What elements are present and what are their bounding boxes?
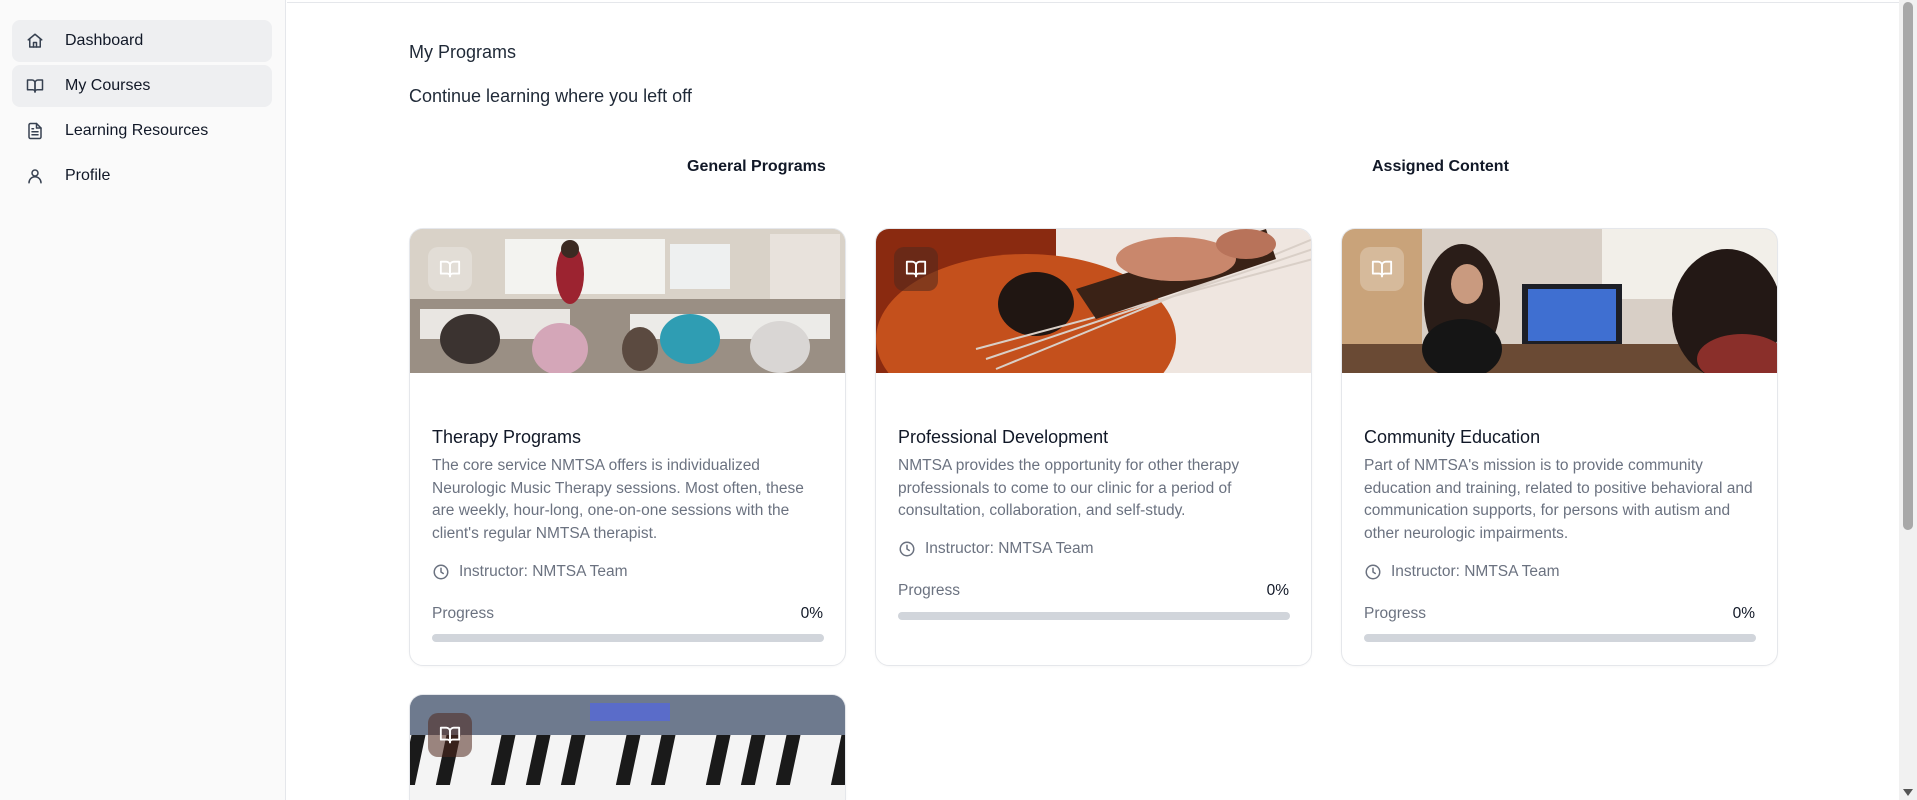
progress-value: 0% <box>1732 605 1755 622</box>
course-image-guitar <box>876 229 1311 373</box>
instructor-label: Instructor: NMTSA Team <box>925 540 1094 557</box>
course-image-computer <box>1342 229 1777 373</box>
home-icon <box>25 31 45 51</box>
clock-icon <box>899 541 915 557</box>
sidebar-item-label: Dashboard <box>65 32 144 49</box>
progress-label: Progress <box>898 582 961 599</box>
vertical-scrollbar[interactable] <box>1899 0 1917 800</box>
course-instructor: Instructor: NMTSA Team <box>432 563 628 581</box>
scrollbar-thumb[interactable] <box>1903 2 1913 530</box>
book-badge <box>428 247 472 291</box>
main-content: My Programs Continue learning where you … <box>287 0 1899 800</box>
course-image-keyboard <box>410 695 845 800</box>
tab-assigned-content[interactable]: Assigned Content <box>1372 158 1509 176</box>
instructor-label: Instructor: NMTSA Team <box>1391 563 1560 580</box>
course-title: Therapy Programs <box>432 427 582 447</box>
course-title: Community Education <box>1364 427 1541 447</box>
course-instructor: Instructor: NMTSA Team <box>898 540 1094 558</box>
course-card-piano[interactable] <box>409 694 846 800</box>
progress-label: Progress <box>432 605 495 622</box>
course-instructor: Instructor: NMTSA Team <box>1364 563 1560 581</box>
course-card-community-education[interactable]: Community Education Part of NMTSA's miss… <box>1341 228 1778 666</box>
sidebar: Dashboard My Courses Learning Resources … <box>0 0 286 800</box>
sidebar-item-profile[interactable]: Profile <box>12 155 272 197</box>
scroll-down-arrow-icon[interactable] <box>1903 789 1913 796</box>
sidebar-item-label: Learning Resources <box>65 122 209 139</box>
clock-icon <box>433 564 449 580</box>
progress-bar <box>898 612 1290 620</box>
progress-value: 0% <box>800 605 823 622</box>
book-badge <box>428 713 472 757</box>
course-card-therapy-programs[interactable]: Therapy Programs The core service NMTSA … <box>409 228 846 666</box>
instructor-label: Instructor: NMTSA Team <box>459 563 628 580</box>
progress-bar <box>1364 634 1756 642</box>
progress-bar <box>432 634 824 642</box>
book-open-icon <box>439 726 461 744</box>
sidebar-nav: Dashboard My Courses Learning Resources … <box>12 20 272 200</box>
book-badge <box>1360 247 1404 291</box>
book-badge <box>894 247 938 291</box>
page-title: My Programs <box>409 42 517 62</box>
top-divider <box>287 2 1899 3</box>
sidebar-item-my-courses[interactable]: My Courses <box>12 65 272 107</box>
clock-icon <box>1365 564 1381 580</box>
course-card-professional-development[interactable]: Professional Development NMTSA provides … <box>875 228 1312 666</box>
course-description: Part of NMTSA's mission is to provide co… <box>1364 457 1753 542</box>
progress-label: Progress <box>1364 605 1427 622</box>
user-icon <box>25 166 45 186</box>
sidebar-item-learning-resources[interactable]: Learning Resources <box>12 110 272 152</box>
course-description: NMTSA provides the opportunity for other… <box>898 457 1240 519</box>
sidebar-item-dashboard[interactable]: Dashboard <box>12 20 272 62</box>
course-image-classroom <box>410 229 845 373</box>
sidebar-item-label: My Courses <box>65 77 151 94</box>
page-subtitle: Continue learning where you left off <box>409 86 692 106</box>
book-open-icon <box>905 260 927 278</box>
book-open-icon <box>439 260 461 278</box>
sidebar-item-label: Profile <box>65 167 111 184</box>
file-text-icon <box>25 121 45 141</box>
book-open-icon <box>25 76 45 96</box>
course-title: Professional Development <box>898 427 1109 447</box>
progress-value: 0% <box>1266 582 1289 599</box>
tab-general-programs[interactable]: General Programs <box>687 158 826 176</box>
book-open-icon <box>1371 260 1393 278</box>
course-description: The core service NMTSA offers is individ… <box>432 457 804 542</box>
